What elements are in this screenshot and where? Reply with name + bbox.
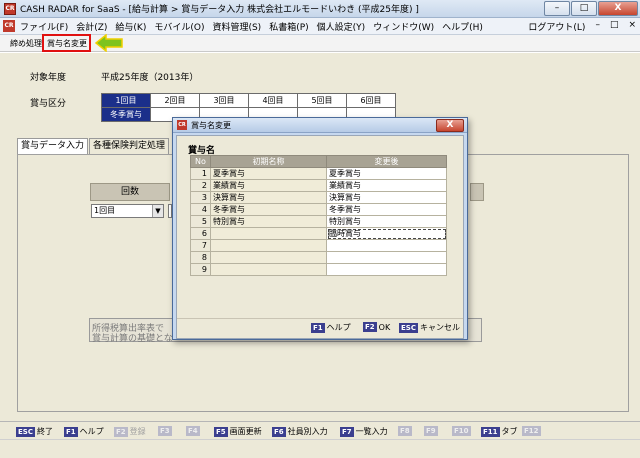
highlight-frame [42,34,91,52]
window-titlebar: CR CASH RADAR for SaaS - [給与計算 > 賞与データ入力… [0,0,640,18]
chevron-down-icon[interactable]: ▼ [152,205,163,217]
fkey-f6[interactable]: F6 社員別入力 [272,426,328,437]
table-row: 9 [190,263,447,276]
table-row: 6 臨時賞与 [190,227,447,240]
menu-file[interactable]: ファイル(F) [20,20,68,33]
menu-bar: CR ファイル(F) 会計(Z) 給与(K) モバイル(O) 資料管理(S) 私… [0,18,640,35]
dialog-title: 賞与名変更 [191,121,231,130]
selected-bonus-name: 冬季賞与 [101,107,151,122]
changed-name-input[interactable]: 決算賞与 [326,191,447,204]
count-column-header: 回数 [90,183,170,201]
changed-name-input-focused[interactable]: 臨時賞与 [326,227,447,240]
count-select-value: 1回目 [94,206,116,215]
tab-strip: 賞与データ入力 各種保険判定処理 [17,138,170,154]
fkey-f8[interactable]: F8 [398,426,414,436]
table-row: 3 決算賞与 決算賞与 [190,191,447,204]
dialog-close-button[interactable]: X [436,119,464,132]
round-6-cell[interactable]: 6回目 [346,93,396,108]
menu-payroll[interactable]: 給与(K) [115,20,146,33]
changed-name-input[interactable] [326,263,447,276]
menu-mobile[interactable]: モバイル(O) [154,20,204,33]
fkey-f5[interactable]: F5 画面更新 [214,426,262,437]
dialog-fkey-f2[interactable]: F2 OK [363,322,390,332]
fkey-f11[interactable]: F11 タブ [481,426,518,437]
round-1-cell[interactable]: 1回目 [101,93,151,108]
dialog-fkey-esc[interactable]: ESC キャンセル [399,322,460,333]
round-4-cell[interactable]: 4回目 [248,93,298,108]
table-row: 4 冬季賞与 冬季賞与 [190,203,447,216]
pointer-arrow-icon [95,34,123,52]
changed-name-input[interactable]: 特別賞与 [326,215,447,228]
menu-right-group: ログアウト(L) – □ × [518,20,636,33]
bonus-category-label: 賞与区分 [30,99,67,109]
changed-name-input[interactable]: 夏季賞与 [326,167,447,180]
fkey-esc[interactable]: ESC 終了 [16,426,53,437]
child-minimize-button[interactable]: – [595,20,600,33]
table-row: 8 [190,251,447,264]
logout-menu[interactable]: ログアウト(L) [528,20,585,33]
child-restore-button[interactable]: □ [610,20,619,33]
close-button[interactable]: X [598,1,638,16]
tab-bonus-data-entry[interactable]: 賞与データ入力 [17,138,89,154]
table-row: 7 [190,239,447,252]
menu-personal-settings[interactable]: 個人設定(Y) [317,20,366,33]
changed-name-input[interactable] [326,251,447,264]
table-row: 5 特別賞与 特別賞与 [190,215,447,228]
menu-help[interactable]: ヘルプ(H) [442,20,483,33]
fkey-f1[interactable]: F1 ヘルプ [64,426,104,437]
dialog-titlebar: CR 賞与名変更 X [173,118,467,133]
maximize-button[interactable]: □ [571,1,597,16]
round-2-cell[interactable]: 2回目 [150,93,200,108]
menu-accounting[interactable]: 会計(Z) [76,20,107,33]
fkey-f4[interactable]: F4 [186,426,202,436]
column-header-edge [470,183,484,201]
menu-documents[interactable]: 資料管理(S) [212,20,261,33]
round-3-cell[interactable]: 3回目 [199,93,249,108]
col-header-no: No [190,155,211,168]
col-header-changed: 変更後 [326,155,447,168]
count-select[interactable]: 1回目 ▼ [91,204,164,218]
changed-name-input[interactable]: 冬季賞与 [326,203,447,216]
fkey-f7[interactable]: F7 一覧入力 [340,426,388,437]
fiscal-year-label: 対象年度 [30,73,67,83]
changed-name-input[interactable]: 業績賞与 [326,179,447,192]
submenu-closing[interactable]: 締め処理 [10,38,42,49]
window-controls: – □ X [543,1,638,16]
bonus-name-table: No 初期名称 変更後 1 夏季賞与 夏季賞与 2 業績賞与 業績賞与 3 決算賞与 決算賞… [190,155,447,276]
round-5-cell[interactable]: 5回目 [297,93,347,108]
minimize-button[interactable]: – [544,1,570,16]
table-row: 1 夏季賞与 夏季賞与 [190,167,447,180]
fkey-f12[interactable]: F12 [522,426,543,436]
note-line-2: 賞与計算の基礎とな [92,334,173,344]
fiscal-year-value: 平成25年度（2013年） [101,73,199,83]
function-key-bar: ESC 終了 F1 ヘルプ F2 登録 F3 F4 F5 画面更新 F6 社員別入力 F7… [0,421,640,439]
dialog-footer: F1 ヘルプ F2 OK ESC キャンセル [177,318,463,336]
table-row: 2 業績賞与 業績賞与 [190,179,447,192]
col-header-initial: 初期名称 [210,155,327,168]
menu-window[interactable]: ウィンドウ(W) [373,20,434,33]
fkey-f2[interactable]: F2 登録 [114,426,146,437]
tab-insurance-check[interactable]: 各種保険判定処理 [89,138,170,154]
menu-app-icon: CR [3,20,15,32]
fkey-f9[interactable]: F9 [424,426,440,436]
menu-mailbox[interactable]: 私書箱(P) [269,20,308,33]
fkey-f3[interactable]: F3 [158,426,174,436]
window-title: CASH RADAR for SaaS - [給与計算 > 賞与データ入力 株式… [20,5,419,15]
dialog-app-icon: CR [177,120,187,130]
changed-name-input[interactable] [326,239,447,252]
bottom-strip [0,439,640,458]
app-icon: CR [4,2,16,15]
dialog-fkey-f1[interactable]: F1 ヘルプ [311,322,351,333]
fkey-f10[interactable]: F10 [452,426,473,436]
child-close-button[interactable]: × [628,20,636,33]
